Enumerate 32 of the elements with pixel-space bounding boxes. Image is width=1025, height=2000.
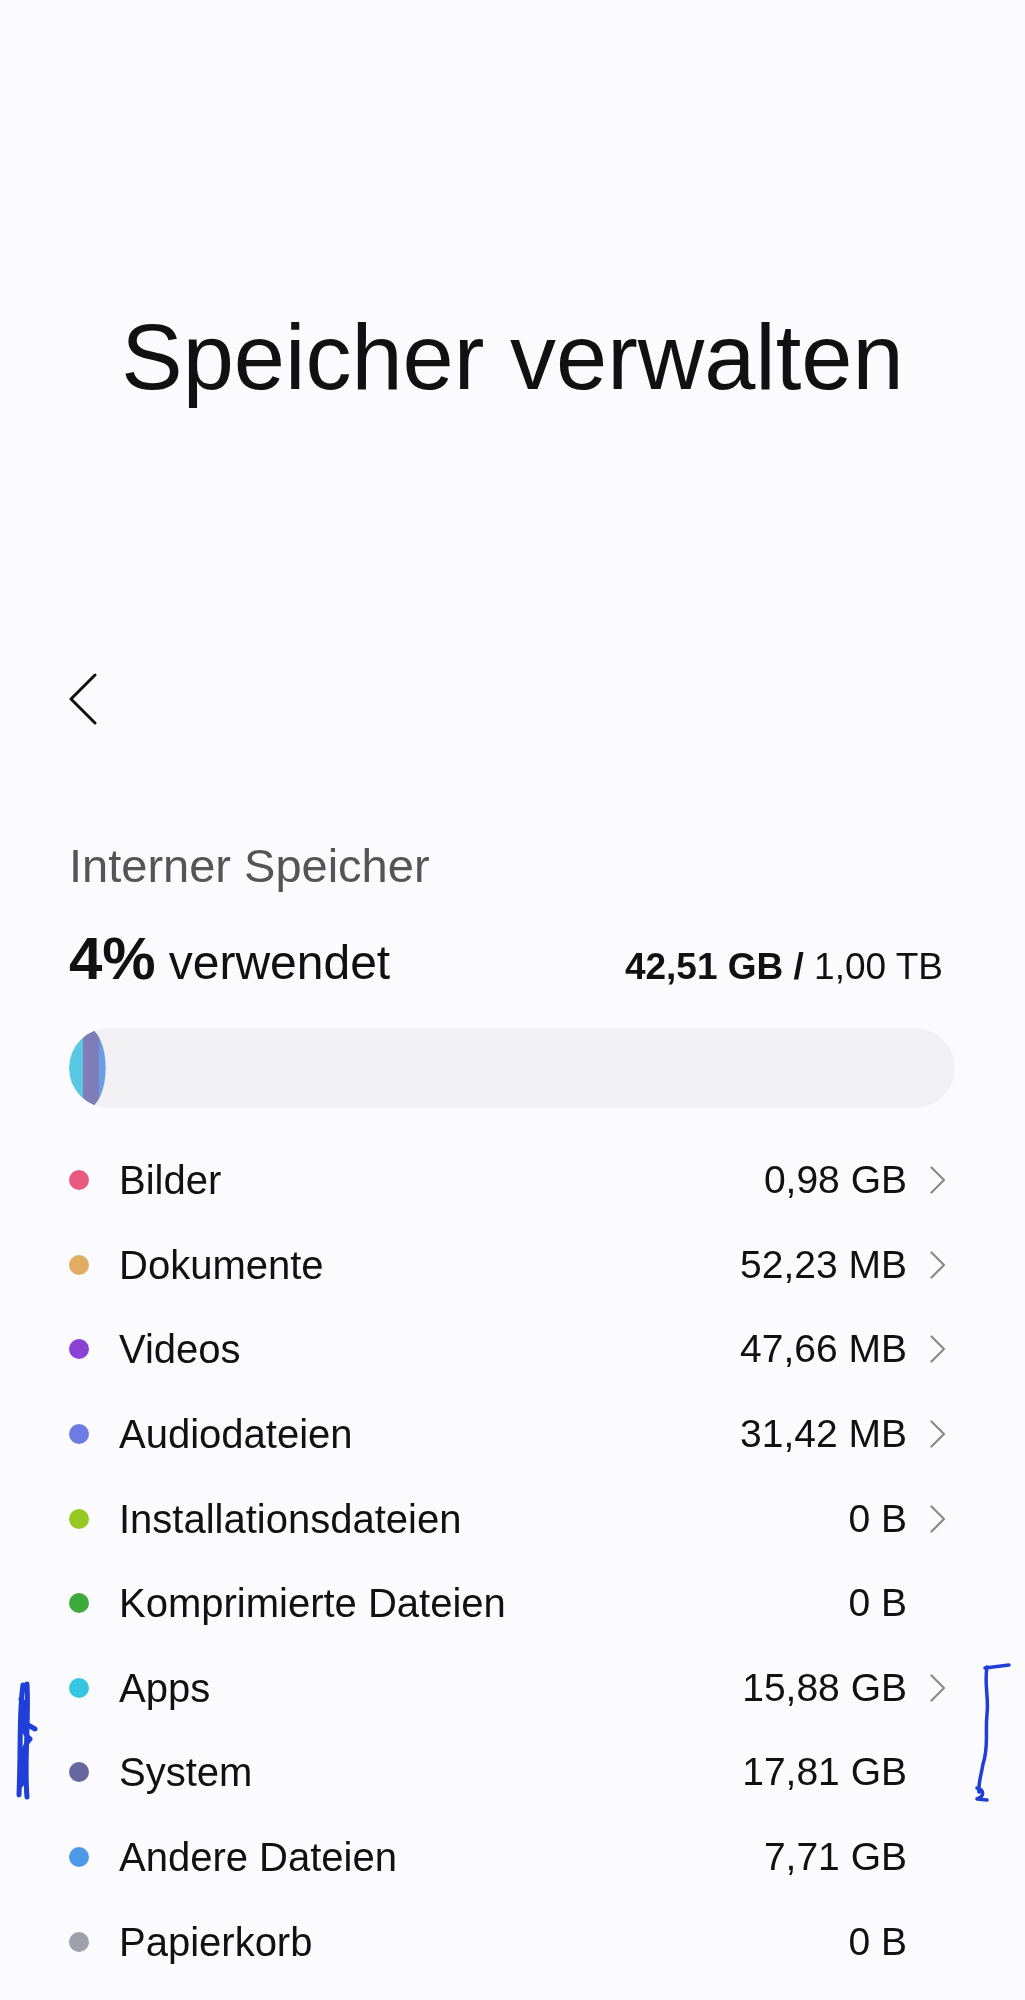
chevron-icon[interactable] bbox=[930, 1420, 946, 1449]
chevron-icon[interactable] bbox=[930, 1250, 946, 1279]
category-label: Dokumente bbox=[119, 1241, 324, 1289]
category-label: Andere Dateien bbox=[119, 1834, 397, 1882]
category-label: Komprimierte Dateien bbox=[119, 1580, 506, 1628]
category-size: 15,88 GB bbox=[742, 1664, 907, 1711]
usage-amount: 42,51 GB / 1,00 TB bbox=[624, 946, 943, 988]
category-size: 17,81 GB bbox=[742, 1749, 907, 1796]
category-size: 7,71 GB bbox=[763, 1834, 907, 1881]
category-size: 47,66 MB bbox=[740, 1326, 907, 1373]
back-button[interactable] bbox=[68, 673, 98, 725]
used-percent: 4% bbox=[69, 925, 156, 992]
category-label: Videos bbox=[119, 1326, 241, 1374]
category-size: 52,23 MB bbox=[740, 1241, 907, 1288]
screen-title: Speicher verwalten bbox=[121, 305, 904, 410]
category-size: 0 B bbox=[848, 1918, 907, 1965]
category-label: Apps bbox=[119, 1664, 211, 1712]
category-label: System bbox=[119, 1749, 253, 1797]
used-label: verwendet bbox=[168, 936, 391, 989]
chevron-icon[interactable] bbox=[930, 1673, 946, 1702]
category-size: 0 B bbox=[848, 1495, 907, 1542]
category-label: Bilder bbox=[119, 1157, 222, 1205]
category-size: 0,98 GB bbox=[763, 1157, 907, 1204]
category-label: Audiodateien bbox=[119, 1411, 353, 1459]
category-label: Papierkorb bbox=[119, 1918, 313, 1966]
category-size: 31,42 MB bbox=[740, 1411, 907, 1458]
category-label: Installationsdateien bbox=[119, 1495, 462, 1543]
chevron-icon[interactable] bbox=[930, 1504, 946, 1533]
category-size: 0 B bbox=[848, 1580, 907, 1627]
chevron-icon[interactable] bbox=[930, 1335, 946, 1364]
storage-heading: Interner Speicher bbox=[69, 838, 430, 894]
chevron-icon[interactable] bbox=[930, 1166, 946, 1195]
